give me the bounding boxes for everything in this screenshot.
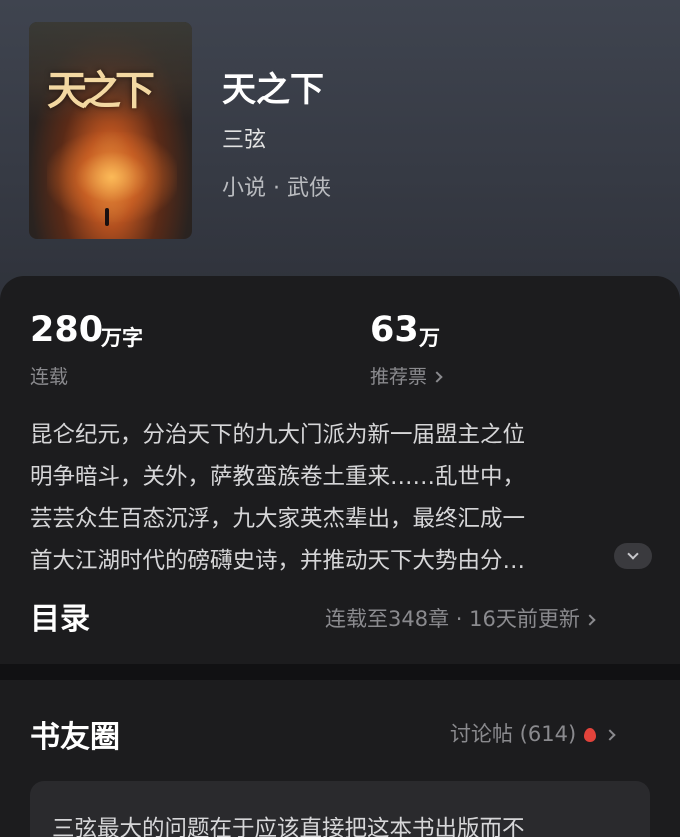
post-preview-text: 三弦最大的问题在于应该直接把这本书出版而不 — [52, 816, 525, 837]
recommend-votes-label: 推荐票 — [370, 366, 428, 388]
serial-status-label: 连载 — [30, 366, 69, 388]
discussion-posts-link[interactable]: 讨论帖 (614) — [450, 718, 616, 748]
section-divider — [0, 664, 680, 680]
toc-title[interactable]: 目录 — [30, 594, 90, 638]
synopsis[interactable]: 昆仑纪元，分治天下的九大门派为新一届盟主之位 明争暗斗，关外，萨教蛮族卷土重来…… — [30, 414, 650, 582]
word-count-unit: 万字 — [101, 326, 143, 350]
fire-icon — [584, 728, 597, 742]
word-count-value: 280 — [30, 310, 104, 350]
cover-figure — [105, 208, 109, 226]
discussion-post-card[interactable]: 三弦最大的问题在于应该直接把这本书出版而不 — [30, 781, 650, 837]
synopsis-line: 芸芸众生百态沉浮，九大家英杰辈出，最终汇成一 — [30, 506, 526, 532]
cover-title-art: 天之下 — [47, 67, 155, 114]
synopsis-line: 昆仑纪元，分治天下的九大门派为新一届盟主之位 — [30, 422, 526, 448]
vote-count-value: 63 — [370, 310, 419, 350]
toc-update-link[interactable]: 连载至348章 · 16天前更新 — [325, 603, 596, 633]
vote-count-unit: 万 — [419, 326, 440, 350]
book-genre: 小说 · 武侠 — [222, 176, 331, 201]
toc-update-status: 连载至348章 · 16天前更新 — [325, 607, 580, 631]
recommend-votes-link[interactable]: 推荐票 — [370, 362, 443, 389]
synopsis-line: 首大江湖时代的磅礴史诗，并推动天下大势由分… — [30, 548, 526, 574]
chevron-right-icon — [584, 614, 596, 626]
book-cover[interactable]: 天之下 — [29, 22, 192, 239]
chevron-right-icon — [604, 729, 616, 741]
chevron-right-icon — [431, 371, 443, 383]
book-title: 天之下 — [222, 70, 324, 110]
discussion-count: 讨论帖 (614) — [450, 722, 577, 746]
book-author[interactable]: 三弦 — [222, 122, 266, 154]
cover-fire-glow — [47, 132, 177, 222]
reader-circle-title: 书友圈 — [30, 720, 120, 755]
expand-synopsis-button[interactable] — [614, 543, 652, 569]
synopsis-line: 明争暗斗，关外，萨教蛮族卷土重来……乱世中， — [30, 464, 526, 490]
chevron-down-icon — [627, 548, 639, 560]
